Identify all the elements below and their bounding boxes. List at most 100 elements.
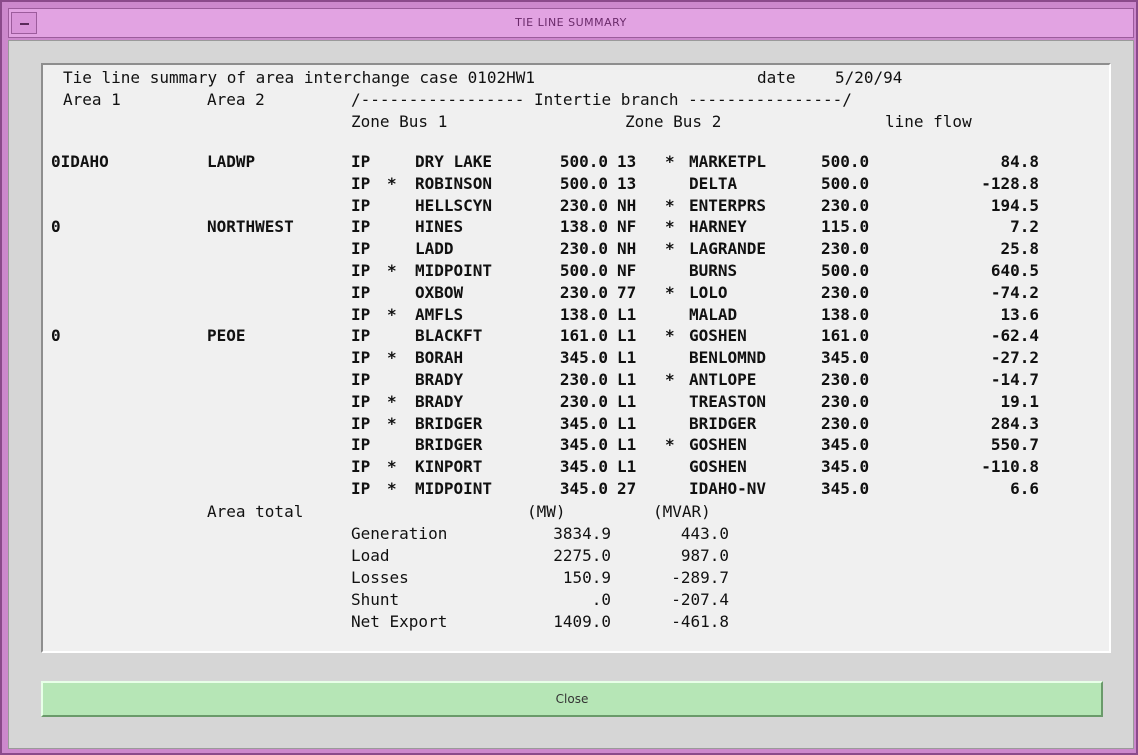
bus1-kv-cell: 500.0 bbox=[559, 173, 608, 193]
line-flow-cell: 84.8 bbox=[1000, 152, 1039, 171]
bus2-kv-cell: 500.0 bbox=[821, 173, 870, 193]
bus1-cell: DRY LAKE bbox=[415, 152, 493, 171]
total-mw-value: .0 bbox=[591, 589, 611, 609]
area2-header: Area 2 bbox=[207, 90, 265, 109]
zone2-cell: NF bbox=[617, 261, 637, 280]
area2-cell: PEOE bbox=[207, 326, 246, 346]
bus1-cell: KINPORT bbox=[415, 457, 483, 477]
area1-cell: 0IDAHO bbox=[51, 152, 109, 171]
bus2-marker: * bbox=[665, 195, 675, 215]
zone1-cell: IP bbox=[351, 457, 371, 477]
line-flow-cell: 7.2 bbox=[1010, 217, 1039, 237]
window-title: TIE LINE SUMMARY bbox=[515, 16, 627, 29]
bus1-marker: * bbox=[387, 413, 397, 433]
zone2-cell: L1 bbox=[617, 457, 637, 477]
bus2-kv-cell: 230.0 bbox=[821, 282, 870, 302]
line-flow-header: line flow bbox=[885, 112, 972, 131]
bus1-kv-cell: 500.0 bbox=[559, 261, 608, 280]
bus2-cell: GOSHEN bbox=[689, 457, 747, 477]
bus2-marker: * bbox=[665, 435, 675, 455]
line-flow-cell: -27.2 bbox=[990, 348, 1039, 368]
date-value: 5/20/94 bbox=[835, 68, 903, 87]
line-flow-cell: 640.5 bbox=[990, 261, 1039, 280]
bus2-kv-cell: 161.0 bbox=[821, 326, 870, 346]
bus1-marker: * bbox=[387, 173, 397, 193]
zone1-cell: IP bbox=[351, 173, 371, 193]
area1-cell: 0 bbox=[51, 217, 61, 237]
area1-header: Area 1 bbox=[63, 90, 121, 109]
total-mvar-value: -461.8 bbox=[671, 611, 729, 631]
bus1-cell: MIDPOINT bbox=[415, 479, 493, 498]
zone2-cell: L1 bbox=[617, 304, 637, 324]
zone1-cell: IP bbox=[351, 261, 371, 280]
total-item-name: Generation bbox=[351, 523, 448, 543]
bus2-cell: TREASTON bbox=[689, 391, 767, 411]
bus1-marker: * bbox=[387, 457, 397, 477]
bus2-marker: * bbox=[665, 370, 675, 389]
zone-bus2-header: Zone Bus 2 bbox=[625, 112, 722, 131]
bus1-marker: * bbox=[387, 391, 397, 411]
bus1-marker: * bbox=[387, 479, 397, 498]
bus2-kv-cell: 138.0 bbox=[821, 304, 870, 324]
bus1-cell: BRIDGER bbox=[415, 413, 483, 433]
bus1-kv-cell: 345.0 bbox=[559, 457, 608, 477]
bus2-cell: IDAHO-NV bbox=[689, 479, 767, 498]
line-flow-cell: -14.7 bbox=[990, 370, 1039, 389]
bus1-marker: * bbox=[387, 261, 397, 280]
bus1-kv-cell: 345.0 bbox=[559, 348, 608, 368]
bus2-cell: BURNS bbox=[689, 261, 738, 280]
bus1-marker: * bbox=[387, 348, 397, 368]
bus1-cell: BRADY bbox=[415, 370, 464, 389]
bus2-cell: LOLO bbox=[689, 282, 728, 302]
bus1-kv-cell: 161.0 bbox=[559, 326, 608, 346]
zone-bus1-header: Zone Bus 1 bbox=[351, 112, 448, 131]
area1-cell: 0 bbox=[51, 326, 61, 346]
total-mvar-value: -289.7 bbox=[671, 567, 729, 587]
line-flow-cell: 6.6 bbox=[1010, 479, 1039, 498]
bus1-cell: BLACKFT bbox=[415, 326, 483, 346]
title-bar[interactable]: TIE LINE SUMMARY bbox=[8, 8, 1134, 38]
bus1-cell: AMFLS bbox=[415, 304, 464, 324]
bus1-cell: OXBOW bbox=[415, 282, 464, 302]
line-flow-cell: -110.8 bbox=[981, 457, 1039, 477]
bus2-cell: MALAD bbox=[689, 304, 738, 324]
bus1-kv-cell: 230.0 bbox=[559, 282, 608, 302]
bus1-kv-cell: 138.0 bbox=[559, 217, 608, 237]
total-mw-value: 2275.0 bbox=[553, 545, 611, 565]
line-flow-cell: 13.6 bbox=[1000, 304, 1039, 324]
close-button[interactable]: Close bbox=[41, 681, 1103, 717]
line-flow-cell: 194.5 bbox=[990, 195, 1039, 215]
area2-cell: NORTHWEST bbox=[207, 217, 294, 237]
bus2-cell: HARNEY bbox=[689, 217, 747, 237]
total-item-name: Load bbox=[351, 545, 390, 565]
bus1-cell: BORAH bbox=[415, 348, 464, 368]
bus2-kv-cell: 230.0 bbox=[821, 195, 870, 215]
bus1-kv-cell: 230.0 bbox=[559, 195, 608, 215]
zone1-cell: IP bbox=[351, 304, 371, 324]
bus1-cell: MIDPOINT bbox=[415, 261, 493, 280]
bus2-kv-cell: 500.0 bbox=[821, 152, 870, 171]
bus2-cell: ANTLOPE bbox=[689, 370, 757, 389]
zone1-cell: IP bbox=[351, 282, 371, 302]
total-mvar-value: -207.4 bbox=[671, 589, 729, 609]
bus1-marker: * bbox=[387, 304, 397, 324]
line-flow-cell: -128.8 bbox=[981, 173, 1039, 193]
area-total-label: Area total bbox=[207, 501, 304, 521]
line-flow-cell: 25.8 bbox=[1000, 239, 1039, 259]
bus1-kv-cell: 230.0 bbox=[559, 239, 608, 259]
zone2-cell: L1 bbox=[617, 413, 637, 433]
zone1-cell: IP bbox=[351, 413, 371, 433]
zone2-cell: 13 bbox=[617, 173, 637, 193]
case-title: Tie line summary of area interchange cas… bbox=[63, 68, 536, 87]
zone2-cell: 27 bbox=[617, 479, 637, 498]
bus1-kv-cell: 230.0 bbox=[559, 370, 608, 389]
zone1-cell: IP bbox=[351, 195, 371, 215]
bus2-kv-cell: 230.0 bbox=[821, 413, 870, 433]
bus2-cell: DELTA bbox=[689, 173, 738, 193]
bus2-marker: * bbox=[665, 152, 675, 171]
mw-header: (MW) bbox=[527, 501, 566, 521]
bus2-kv-cell: 230.0 bbox=[821, 370, 870, 389]
bus2-cell: ENTERPRS bbox=[689, 195, 767, 215]
line-flow-cell: 284.3 bbox=[990, 413, 1039, 433]
line-flow-cell: 550.7 bbox=[990, 435, 1039, 455]
